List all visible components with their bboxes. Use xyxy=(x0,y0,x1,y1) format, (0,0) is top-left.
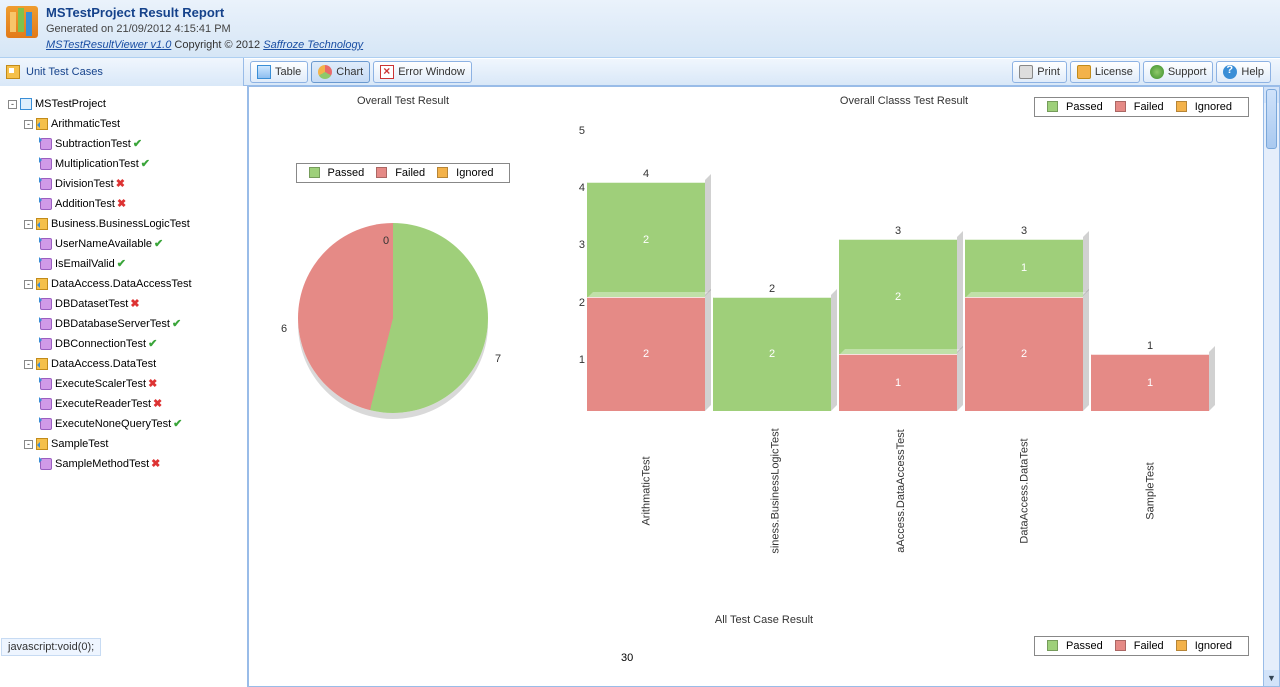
per-class-chart: Overall Classs Test Result Passed Failed… xyxy=(543,95,1265,555)
method-icon xyxy=(40,198,52,210)
method-icon xyxy=(40,138,52,150)
pie-label-ignored: 0 xyxy=(383,235,389,247)
error-window-button[interactable]: Error Window xyxy=(373,61,472,83)
pass-icon: ✔ xyxy=(148,338,157,350)
pass-icon: ✔ xyxy=(154,238,163,250)
table-button[interactable]: Table xyxy=(250,61,308,83)
app-logo-icon xyxy=(6,6,38,38)
all-tests-legend: Passed Failed Ignored xyxy=(1034,636,1249,656)
tree-root[interactable]: -MSTestProject-ArithmaticTestSubtraction… xyxy=(8,94,243,474)
all-tests-chart-title: All Test Case Result xyxy=(249,614,1279,626)
status-bar: javascript:void(0); xyxy=(1,638,101,656)
print-icon xyxy=(1019,65,1033,79)
all-tests-tick: 30 xyxy=(621,652,633,664)
method-icon xyxy=(40,338,52,350)
support-icon xyxy=(1150,65,1164,79)
bar-plot: 4222232131211 xyxy=(587,125,1227,411)
class-icon xyxy=(36,218,48,230)
fail-icon: ✖ xyxy=(151,458,160,470)
print-button[interactable]: Print xyxy=(1012,61,1067,83)
tree-method[interactable]: ExecuteScalerTest✖ xyxy=(40,374,243,394)
overall-chart-title: Overall Test Result xyxy=(263,95,543,107)
tree-method[interactable]: DBDatabaseServerTest✔ xyxy=(40,314,243,334)
product-link[interactable]: MSTestResultViewer v1.0 xyxy=(46,39,171,51)
pass-icon: ✔ xyxy=(133,138,142,150)
chart-button[interactable]: Chart xyxy=(311,61,370,83)
class-icon xyxy=(36,278,48,290)
method-icon xyxy=(40,178,52,190)
chart-icon xyxy=(318,65,332,79)
fail-icon: ✖ xyxy=(148,378,157,390)
pass-icon: ✔ xyxy=(172,318,181,330)
method-icon xyxy=(40,398,52,410)
method-icon xyxy=(40,298,52,310)
fail-icon: ✖ xyxy=(130,298,139,310)
tree-method[interactable]: DBDatasetTest✖ xyxy=(40,294,243,314)
fail-icon: ✖ xyxy=(117,198,126,210)
tree-class[interactable]: -DataAccess.DataAccessTestDBDatasetTest✖… xyxy=(24,274,243,354)
report-title: MSTestProject Result Report xyxy=(46,4,363,22)
method-icon xyxy=(40,258,52,270)
method-icon xyxy=(40,378,52,390)
tree-method[interactable]: SubtractionTest✔ xyxy=(40,134,243,154)
tree-method[interactable]: AdditionTest✖ xyxy=(40,194,243,214)
tree-method[interactable]: DivisionTest✖ xyxy=(40,174,243,194)
fail-icon: ✖ xyxy=(116,178,125,190)
license-button[interactable]: License xyxy=(1070,61,1140,83)
support-button[interactable]: Support xyxy=(1143,61,1214,83)
class-icon xyxy=(36,358,48,370)
tree-method[interactable]: UserNameAvailable✔ xyxy=(40,234,243,254)
help-button[interactable]: Help xyxy=(1216,61,1271,83)
tree-class[interactable]: -ArithmaticTestSubtractionTest✔Multiplic… xyxy=(24,114,243,214)
product-line: MSTestResultViewer v1.0 Copyright © 2012… xyxy=(46,38,363,53)
report-header: MSTestProject Result Report Generated on… xyxy=(0,0,1280,58)
generated-timestamp: Generated on 21/09/2012 4:15:41 PM xyxy=(46,22,363,37)
tree-method[interactable]: MultiplicationTest✔ xyxy=(40,154,243,174)
pass-icon: ✔ xyxy=(141,158,150,170)
chart-content: Overall Test Result Passed Failed Ignore… xyxy=(248,86,1280,687)
license-icon xyxy=(1077,65,1091,79)
tree-method[interactable]: ExecuteReaderTest✖ xyxy=(40,394,243,414)
pass-icon: ✔ xyxy=(173,418,182,430)
method-icon xyxy=(40,238,52,250)
company-link[interactable]: Saffroze Technology xyxy=(263,39,363,51)
fail-icon: ✖ xyxy=(153,398,162,410)
table-icon xyxy=(257,65,271,79)
main-toolbar: Table Chart Error Window Print License S… xyxy=(244,58,1280,86)
scroll-thumb[interactable] xyxy=(1266,89,1277,149)
pie-label-passed: 7 xyxy=(495,353,501,365)
scroll-down-icon[interactable]: ▼ xyxy=(1264,670,1279,686)
test-tree-sidebar[interactable]: -MSTestProject-ArithmaticTestSubtraction… xyxy=(0,86,248,687)
class-icon xyxy=(36,438,48,450)
pass-icon: ✔ xyxy=(117,258,126,270)
method-icon xyxy=(40,318,52,330)
project-icon xyxy=(20,98,32,110)
method-icon xyxy=(40,158,52,170)
content-scrollbar[interactable]: ▲ ▼ xyxy=(1263,87,1279,686)
tree-method[interactable]: ExecuteNoneQueryTest✔ xyxy=(40,414,243,434)
tree-class[interactable]: -DataAccess.DataTestExecuteScalerTest✖Ex… xyxy=(24,354,243,434)
help-icon xyxy=(1223,65,1237,79)
tree-method[interactable]: DBConnectionTest✔ xyxy=(40,334,243,354)
tree-class[interactable]: -SampleTestSampleMethodTest✖ xyxy=(24,434,243,474)
overall-result-chart: Overall Test Result Passed Failed Ignore… xyxy=(263,95,543,583)
perclass-legend: Passed Failed Ignored xyxy=(1034,97,1249,117)
tree-method[interactable]: IsEmailValid✔ xyxy=(40,254,243,274)
method-icon xyxy=(40,418,52,430)
error-icon xyxy=(380,65,394,79)
method-icon xyxy=(40,458,52,470)
tree-method[interactable]: SampleMethodTest✖ xyxy=(40,454,243,474)
class-icon xyxy=(36,118,48,130)
tree-class[interactable]: -Business.BusinessLogicTestUserNameAvail… xyxy=(24,214,243,274)
overall-legend: Passed Failed Ignored xyxy=(296,163,511,183)
pie-chart xyxy=(298,223,488,413)
pie-label-failed: 6 xyxy=(281,323,287,335)
sidebar-title: Unit Test Cases xyxy=(0,58,244,86)
tree-icon xyxy=(6,65,20,79)
